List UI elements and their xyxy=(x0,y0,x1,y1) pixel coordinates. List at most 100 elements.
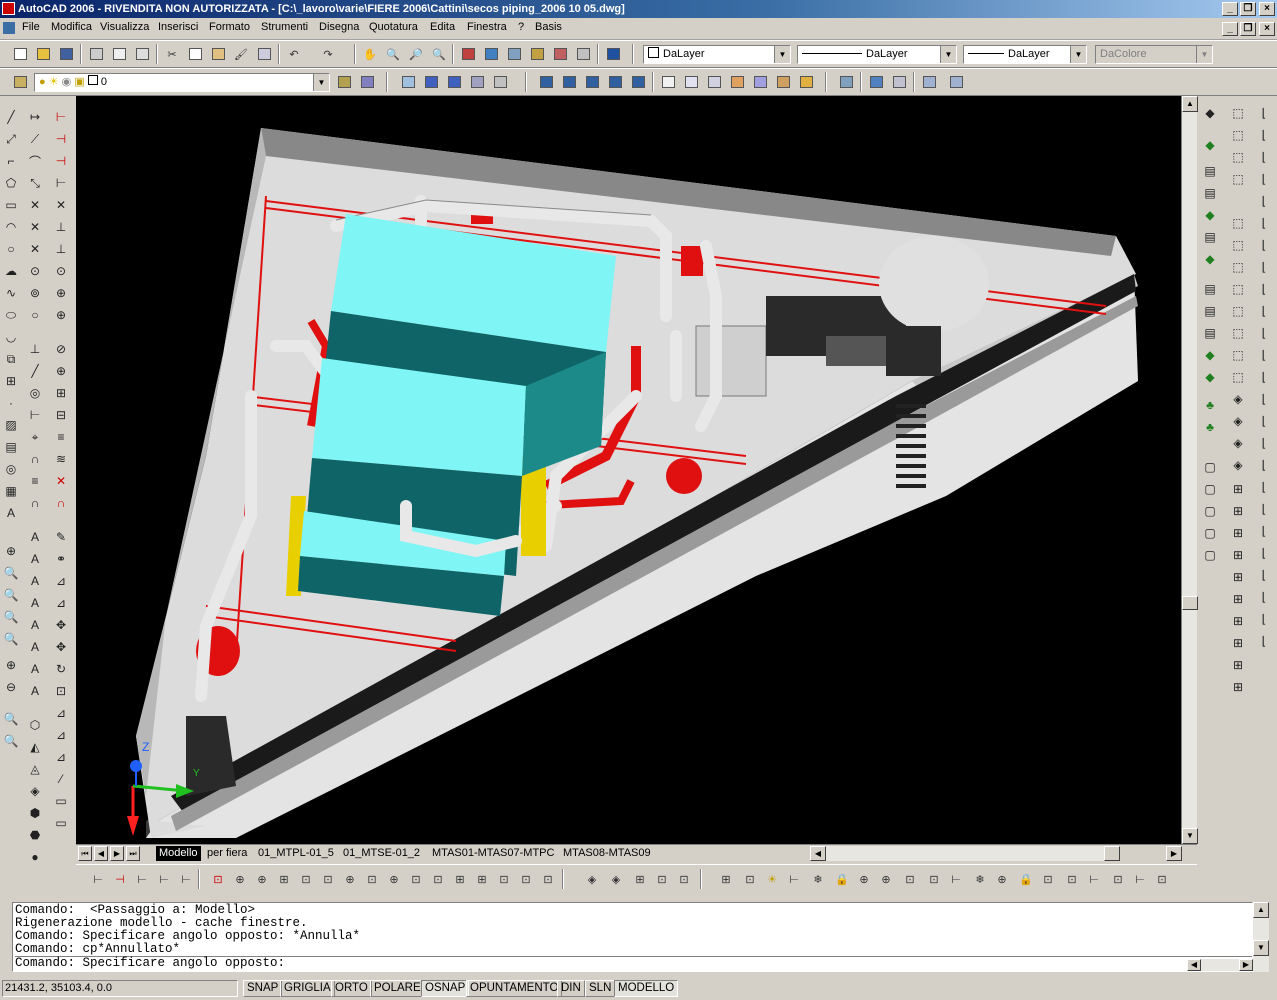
gradient-icon[interactable]: ▤ xyxy=(2,438,20,456)
chevron-down-icon[interactable]: ▼ xyxy=(313,74,329,91)
zoom-plus-icon[interactable]: ⊕ xyxy=(2,656,20,674)
leader-v-icon[interactable]: ╱ xyxy=(26,362,44,380)
ucs-view-icon[interactable]: ⌊ xyxy=(1255,214,1273,232)
dim-arc-v-icon[interactable]: ⌒ xyxy=(26,152,44,170)
tab-mtpl[interactable]: 01_MTPL-01_5 xyxy=(255,846,337,861)
scale-icon[interactable]: ⊙ xyxy=(52,262,70,280)
undo-icon[interactable]: ↶ xyxy=(284,44,304,64)
align-icon[interactable]: ⊿ xyxy=(52,594,70,612)
preview-icon[interactable] xyxy=(109,44,129,64)
snap-node-icon[interactable]: ⊕ xyxy=(384,869,404,889)
solid-cone-icon[interactable]: ⬚ xyxy=(1229,170,1247,188)
dim-arc-icon[interactable] xyxy=(444,72,464,92)
ucs-move-icon[interactable]: ⌊ xyxy=(1255,412,1273,430)
color-faces-icon[interactable]: ⊞ xyxy=(1229,656,1247,674)
tab-mtas01[interactable]: MTAS01-MTAS07-MTPC xyxy=(429,846,557,861)
ucs-world-icon[interactable] xyxy=(889,72,909,92)
text-edit-v-icon[interactable]: A xyxy=(26,550,44,568)
ucs-named-icon[interactable]: ⌊ xyxy=(1255,368,1273,386)
table-icon[interactable]: ▦ xyxy=(2,482,20,500)
mirror-icon[interactable]: ⊣ xyxy=(52,152,70,170)
landscape-library-icon[interactable]: ▤ xyxy=(1201,324,1219,342)
revcloud-icon[interactable]: ☁ xyxy=(2,262,20,280)
command-scrollbar[interactable]: ▲ ▼ xyxy=(1253,902,1269,972)
shell-icon[interactable]: ⊞ xyxy=(1229,590,1247,608)
redo-icon[interactable]: ↷ xyxy=(318,44,338,64)
solid-torus-icon[interactable]: ⬚ xyxy=(1229,236,1247,254)
dim-angular-v-icon[interactable]: ⊙ xyxy=(26,262,44,280)
zoom-realtime-icon[interactable]: 🔍 xyxy=(383,44,403,64)
ucs-apply-icon[interactable]: ⌊ xyxy=(1255,302,1273,320)
minimize-button[interactable]: _ xyxy=(1222,2,1238,16)
menu-visualizza[interactable]: Visualizza xyxy=(100,21,149,33)
line-icon[interactable]: ╱ xyxy=(2,108,20,126)
autocad-app-icon[interactable] xyxy=(2,2,15,15)
vertical-scrollbar[interactable]: ▲ ▼ xyxy=(1181,96,1198,844)
insert-block-icon[interactable]: ⧉ xyxy=(2,350,20,368)
slice-solid-icon[interactable]: ⬚ xyxy=(1229,302,1247,320)
scene-icon[interactable]: ◆ xyxy=(1201,136,1219,154)
tolerance-v-icon[interactable]: ◎ xyxy=(26,384,44,402)
layer-unlock-icon[interactable]: 🔒 xyxy=(1016,869,1036,889)
layer-delete-icon[interactable]: ⊢ xyxy=(946,869,966,889)
subtract-icon[interactable]: ◈ xyxy=(1229,456,1247,474)
layer-transparent-icon[interactable]: ⊡ xyxy=(1108,869,1128,889)
design-center-icon[interactable] xyxy=(481,44,501,64)
dim-baseline-v-icon[interactable]: ○ xyxy=(26,306,44,324)
zoom-scale-icon[interactable]: 🔍 xyxy=(2,586,20,604)
ucs-iso3-icon[interactable]: ⌊ xyxy=(1255,610,1273,628)
rotate-icon[interactable]: ⊥ xyxy=(52,240,70,258)
ucs-iso4-icon[interactable]: ⌊ xyxy=(1255,632,1273,650)
section-icon[interactable]: ⊿ xyxy=(52,704,70,722)
join-icon[interactable]: ⊞ xyxy=(52,384,70,402)
shade-flat-icon[interactable] xyxy=(727,72,747,92)
landscape-edit-icon[interactable]: ▤ xyxy=(1201,302,1219,320)
horizontal-scrollbar[interactable] xyxy=(826,846,1104,861)
layer-tool-icon[interactable]: ⊞ xyxy=(716,869,736,889)
viewport-scale-icon[interactable]: ▢ xyxy=(1201,546,1219,564)
layer-unlock2-icon[interactable]: ⊡ xyxy=(1038,869,1058,889)
layer-on-icon[interactable]: ☀ xyxy=(762,869,782,889)
layer-translate-icon[interactable]: ⊡ xyxy=(1152,869,1172,889)
layer-thaw-icon[interactable]: ❄ xyxy=(970,869,990,889)
zoom-in-icon[interactable]: ⊕ xyxy=(2,542,20,560)
convert-space-v-icon[interactable]: A xyxy=(26,682,44,700)
dim-style-v-icon[interactable]: ∩ xyxy=(26,494,44,512)
statistics-icon[interactable]: ◆ xyxy=(1201,368,1219,386)
menu-basis[interactable]: Basis xyxy=(535,21,562,33)
cmd-hscroll-left-button[interactable]: ◀ xyxy=(1187,959,1201,971)
viewport-object-icon[interactable]: ▢ xyxy=(1201,502,1219,520)
ucs-object-icon[interactable]: ⌊ xyxy=(1255,170,1273,188)
cmd-hscroll-right-button[interactable]: ▶ xyxy=(1239,959,1253,971)
frame-toolbar-icon[interactable]: ⊡ xyxy=(652,869,672,889)
menu-disegna[interactable]: Disegna xyxy=(319,21,359,33)
quickcalc-icon[interactable] xyxy=(573,44,593,64)
grid-toolbar-icon[interactable]: ⊞ xyxy=(630,869,650,889)
help-icon[interactable] xyxy=(603,44,623,64)
quick-dim-v-icon[interactable]: ⊚ xyxy=(26,284,44,302)
ucs-icon[interactable] xyxy=(866,72,886,92)
3d-dish-v-icon[interactable]: ● xyxy=(26,848,44,866)
link-icon[interactable]: ⚭ xyxy=(52,550,70,568)
interfere-icon[interactable]: ⊿ xyxy=(52,726,70,744)
chamfer-icon[interactable]: ⊟ xyxy=(52,406,70,424)
refresh-icon[interactable]: ↻ xyxy=(52,660,70,678)
ucs-world-v-icon[interactable]: ⌊ xyxy=(1255,346,1273,364)
document-icon[interactable] xyxy=(3,22,15,34)
revolve-solid-icon[interactable]: ⬚ xyxy=(1229,280,1247,298)
zoom-center-icon[interactable]: 🔍 xyxy=(2,608,20,626)
viewport-icon[interactable] xyxy=(919,72,939,92)
array-icon[interactable]: ✕ xyxy=(52,196,70,214)
zoom-minus-icon[interactable]: ⊖ xyxy=(2,678,20,696)
ucs-iso-icon[interactable]: ⌊ xyxy=(1255,566,1273,584)
dim-edit-v-icon[interactable]: ⌖ xyxy=(26,428,44,446)
ucs-previous-icon[interactable]: ⌊ xyxy=(1255,324,1273,342)
setup-drawing-icon[interactable]: ⬚ xyxy=(1229,368,1247,386)
3d-wedge-v-icon[interactable]: ◭ xyxy=(26,738,44,756)
polygon-icon[interactable]: ⬠ xyxy=(2,174,20,192)
command-hscrollbar[interactable]: ◀ ▶ xyxy=(1187,959,1253,971)
properties-icon[interactable] xyxy=(458,44,478,64)
break-icon[interactable]: ⊕ xyxy=(52,362,70,380)
chevron-down-icon[interactable]: ▼ xyxy=(940,46,956,63)
shade-3d-icon[interactable] xyxy=(681,72,701,92)
